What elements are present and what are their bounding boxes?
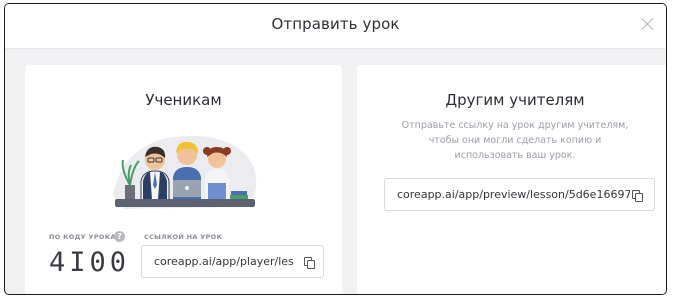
modal-title: Отправить урок <box>271 15 400 33</box>
copy-icon[interactable] <box>632 190 643 202</box>
help-icon[interactable]: ? <box>114 231 125 242</box>
lesson-code: 4I00 <box>49 247 131 278</box>
close-icon[interactable] <box>638 14 658 34</box>
teachers-title: Другим учителям <box>445 91 585 109</box>
student-link-field[interactable]: coreapp.ai/app/player/lesson/5d6e16697 <box>141 245 324 278</box>
copy-icon[interactable] <box>304 257 315 269</box>
students-card: Ученикам ПО КОДУ УРОКА ? ССЫЛКОЙ НА УРОК… <box>25 65 342 294</box>
code-label: ПО КОДУ УРОКА <box>49 233 116 241</box>
modal-header: Отправить урок <box>5 4 666 49</box>
teacher-link-field[interactable]: coreapp.ai/app/preview/lesson/5d6e16697 <box>384 178 655 211</box>
teacher-link-text[interactable]: coreapp.ai/app/preview/lesson/5d6e16697 <box>397 188 630 201</box>
send-lesson-modal: Отправить урок Ученикам ПО КОДУ УРОКА ? … <box>4 3 667 295</box>
students-title: Ученикам <box>145 91 222 109</box>
student-link-text[interactable]: coreapp.ai/app/player/lesson/5d6e16697 <box>154 255 294 268</box>
teachers-description: Отправьте ссылку на урок другим учителям… <box>401 120 629 161</box>
link-label: ССЫЛКОЙ НА УРОК <box>144 233 223 241</box>
teachers-card: Другим учителям Отправьте ссылку на урок… <box>357 65 666 294</box>
students-illustration <box>113 135 257 209</box>
